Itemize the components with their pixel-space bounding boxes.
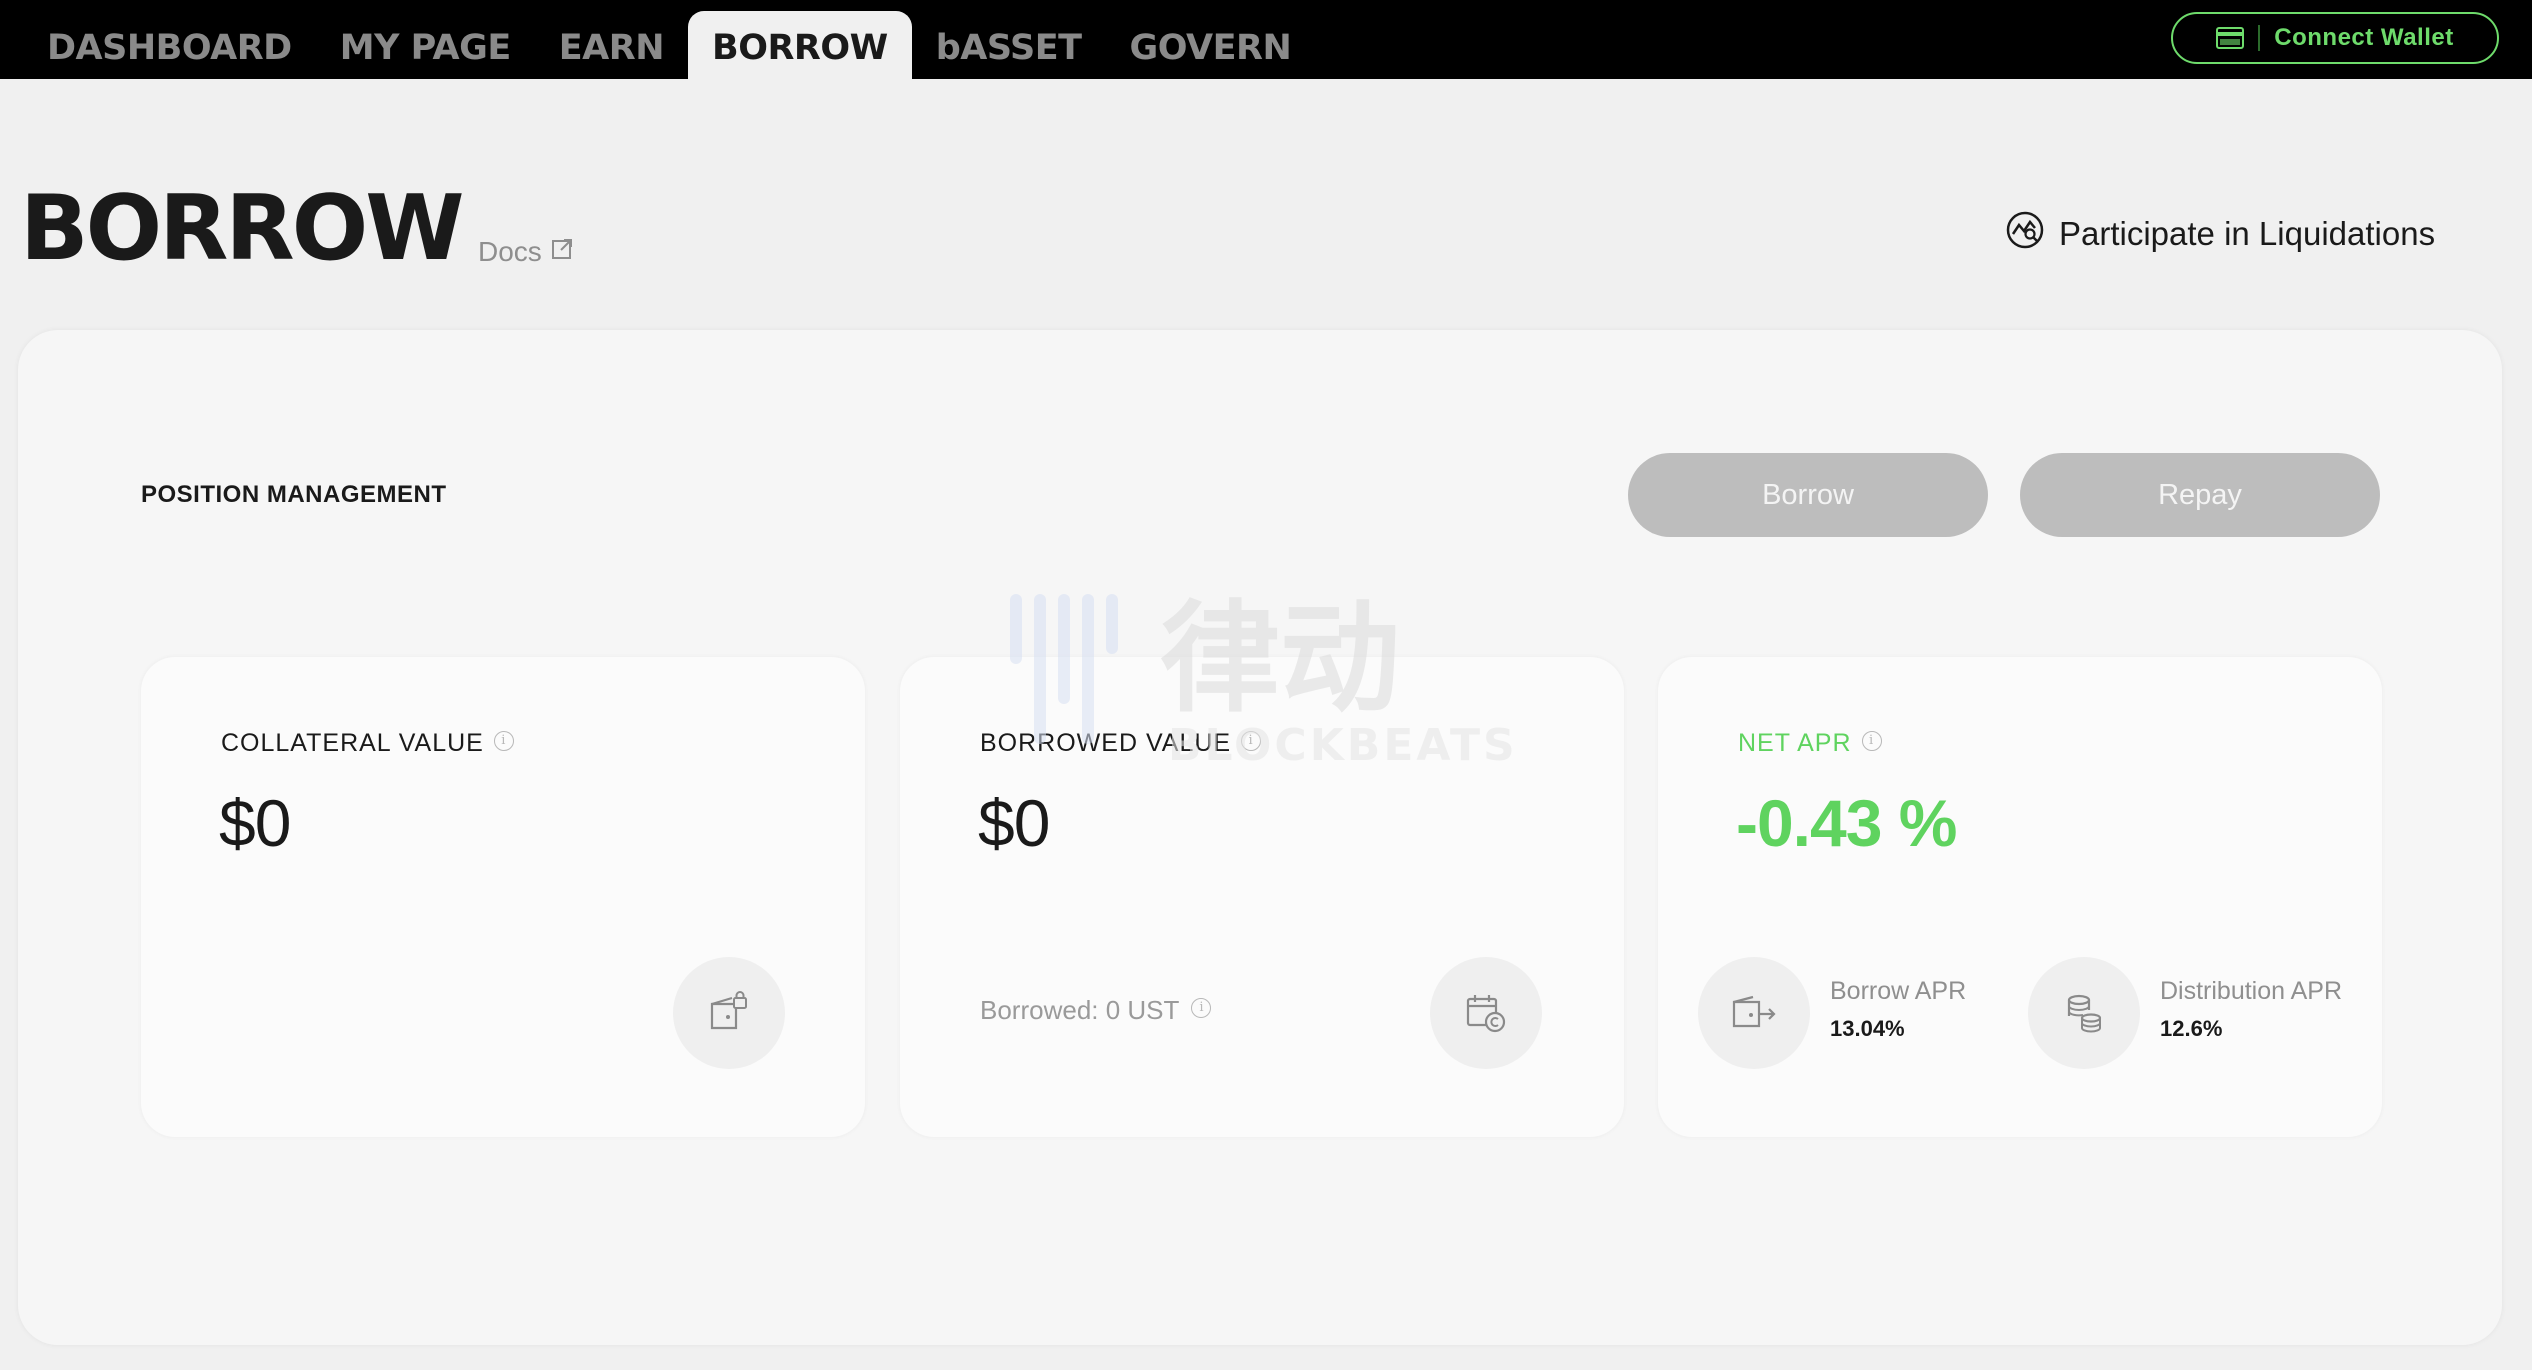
external-link-icon: [550, 236, 574, 268]
docs-label: Docs: [478, 236, 542, 267]
docs-link[interactable]: Docs: [478, 236, 574, 268]
tab-dashboard[interactable]: DASHBOARD: [23, 11, 316, 79]
net-apr-label-row: NET APR i: [1738, 729, 1882, 758]
borrow-button[interactable]: Borrow: [1628, 453, 1988, 537]
borrow-apr-value: 13.04%: [1830, 1016, 1905, 1041]
info-icon[interactable]: i: [1241, 730, 1262, 751]
info-icon[interactable]: i: [493, 730, 514, 751]
info-icon[interactable]: i: [1861, 730, 1882, 751]
collateral-value-amount: $0: [219, 786, 291, 860]
tab-my-page[interactable]: MY PAGE: [316, 11, 535, 79]
borrowed-value-card: BORROWED VALUE i $0 Borrowed: 0 UST i: [900, 657, 1624, 1137]
distribution-apr-block: Distribution APR 12.6%: [2160, 977, 2342, 1042]
tab-basset[interactable]: bASSET: [912, 11, 1106, 79]
coin-stack-icon: [2028, 957, 2140, 1069]
page-title: BORROW: [20, 176, 464, 281]
borrow-apr-label: Borrow APR: [1830, 977, 1967, 1005]
borrowed-value-amount: $0: [978, 786, 1050, 860]
wallet-button-divider: [2258, 25, 2261, 51]
net-apr-label: NET APR: [1738, 729, 1852, 757]
wallet-lock-icon: [673, 957, 785, 1069]
distribution-apr-label: Distribution APR: [2160, 977, 2343, 1005]
nav-tabs: DASHBOARD MY PAGE EARN BORROW bASSET GOV…: [23, 11, 1315, 79]
connect-wallet-button[interactable]: Connect Wallet: [2171, 12, 2499, 64]
wallet-arrow-icon: [1698, 957, 1810, 1069]
collateral-value-label-row: COLLATERAL VALUE i: [221, 729, 514, 758]
position-management-title: POSITION MANAGEMENT: [141, 481, 447, 508]
net-apr-value: -0.43 %: [1736, 786, 1957, 860]
tab-earn[interactable]: EARN: [535, 11, 688, 79]
connect-wallet-label: Connect Wallet: [2274, 24, 2454, 51]
borrowed-ust-text: Borrowed: 0 UST: [980, 995, 1180, 1025]
participate-in-liquidations-link[interactable]: Participate in Liquidations: [2005, 210, 2435, 258]
tab-govern[interactable]: GOVERN: [1106, 11, 1316, 79]
calendar-coin-icon: [1430, 957, 1542, 1069]
info-icon[interactable]: i: [1191, 997, 1212, 1018]
tab-borrow[interactable]: BORROW: [688, 11, 912, 79]
borrow-apr-block: Borrow APR 13.04%: [1830, 977, 1966, 1042]
top-navigation-bar: DASHBOARD MY PAGE EARN BORROW bASSET GOV…: [0, 0, 2532, 79]
collateral-value-label: COLLATERAL VALUE: [221, 729, 484, 757]
liquidations-label: Participate in Liquidations: [2059, 215, 2436, 252]
borrowed-value-label-row: BORROWED VALUE i: [980, 729, 1262, 758]
distribution-apr-value: 12.6%: [2160, 1016, 2223, 1041]
repay-button[interactable]: Repay: [2020, 453, 2380, 537]
borrowed-value-label: BORROWED VALUE: [980, 729, 1232, 757]
net-apr-card: NET APR i -0.43 % Borrow APR 13.04% Dist…: [1658, 657, 2382, 1137]
borrowed-ust-row: Borrowed: 0 UST i: [980, 995, 1212, 1026]
wallet-icon: [2216, 27, 2245, 49]
liquidation-chart-icon: [2005, 210, 2045, 258]
collateral-value-card: COLLATERAL VALUE i $0: [141, 657, 865, 1137]
